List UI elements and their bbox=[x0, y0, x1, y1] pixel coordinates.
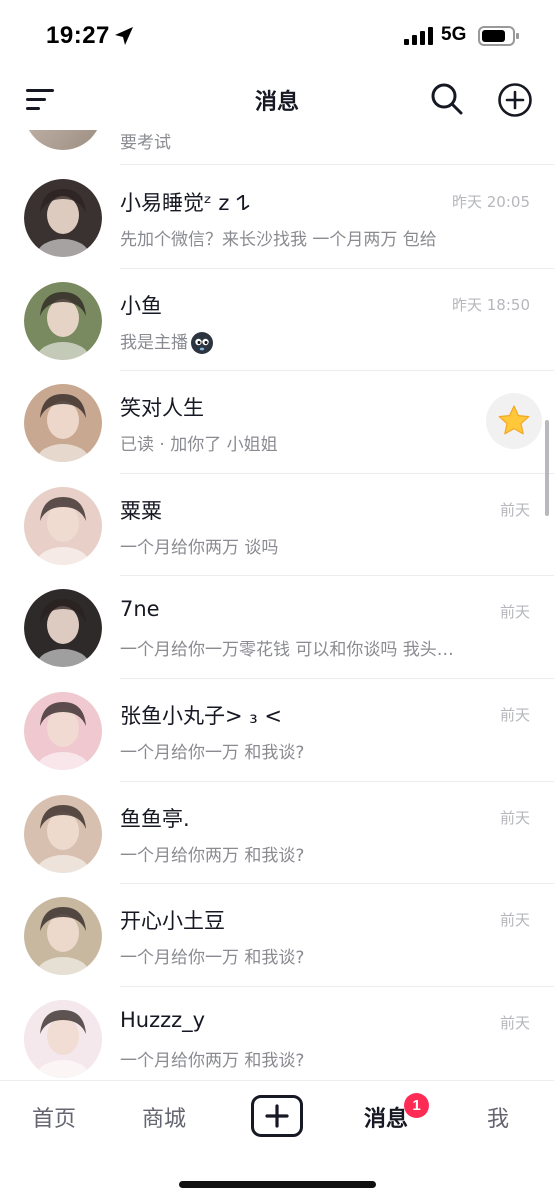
avatar[interactable] bbox=[24, 589, 102, 668]
message-time: 前天 bbox=[499, 911, 530, 930]
list-item[interactable]: 小鱼我是主播 昨天 18:50 bbox=[0, 269, 554, 372]
message-time: 昨天 20:05 bbox=[452, 193, 530, 211]
message-preview-text: 一个月给你两万 和我谈? bbox=[120, 1050, 305, 1071]
message-preview-text: 一个月给你两万 谈吗 bbox=[120, 537, 279, 558]
status-bar: 19:27 5G bbox=[0, 0, 554, 70]
search-icon[interactable] bbox=[430, 82, 464, 116]
contact-name: 张鱼小丸子> ₃ < bbox=[120, 704, 282, 728]
message-preview-text: 一个月给你一万 和我谈? bbox=[120, 948, 305, 969]
avatar[interactable] bbox=[24, 999, 102, 1078]
avatar[interactable] bbox=[24, 384, 102, 463]
avatar[interactable] bbox=[24, 281, 102, 360]
location-arrow-icon bbox=[115, 27, 133, 45]
message-preview: 一个月给你两万 谈吗 bbox=[120, 533, 520, 558]
message-preview: 已读 · 加你了 小姐姐 bbox=[120, 430, 520, 455]
ghost-emoji-icon bbox=[191, 331, 213, 354]
divider bbox=[120, 164, 554, 165]
page-title: 消息 bbox=[254, 90, 299, 115]
list-item[interactable]: 张鱼小丸子> ₃ < 一个月给你一万 和我谈? 前天 bbox=[0, 679, 554, 782]
add-circle-icon[interactable] bbox=[497, 82, 533, 118]
message-preview: 一个月给你一万 和我谈? bbox=[120, 738, 520, 763]
tab-home[interactable]: 首页 bbox=[32, 1101, 76, 1133]
message-time: 前天 bbox=[499, 706, 530, 724]
list-item[interactable]: 粟粟一个月给你两万 谈吗 前天 bbox=[0, 474, 554, 577]
status-time: 19:27 bbox=[46, 22, 110, 49]
message-preview: 一个月给你两万 和我谈? bbox=[120, 841, 520, 866]
home-indicator bbox=[179, 1181, 376, 1188]
contact-name: 7ne bbox=[120, 597, 160, 622]
contact-name: 开心小土豆 bbox=[120, 909, 225, 934]
contact-name: 鱼鱼亭. bbox=[120, 806, 190, 831]
avatar[interactable] bbox=[24, 794, 102, 873]
tab-messages[interactable]: 消息 bbox=[364, 1101, 408, 1133]
plus-icon bbox=[265, 1104, 289, 1128]
contact-name: 小鱼 bbox=[120, 293, 162, 318]
avatar[interactable] bbox=[24, 179, 102, 257]
message-preview-text: 已读 · 加你了 小姐姐 bbox=[120, 435, 278, 456]
nav-header: 消息 bbox=[0, 70, 554, 130]
message-preview-text: 一个月给你两万 和我谈? bbox=[120, 845, 305, 866]
message-time: 前天 bbox=[499, 808, 530, 827]
message-preview-text: 先加个微信？来长沙找我 一个月两万 包给 bbox=[120, 230, 437, 250]
list-item[interactable]: 小易睡觉ᶻ z 𐰁 先加个微信？来长沙找我 一个月两万 包给 昨天 20:05 bbox=[0, 166, 554, 269]
star-button[interactable] bbox=[486, 393, 542, 450]
message-list[interactable]: 要考试 小易睡觉ᶻ z 𐰁 先加个微信？来长沙找我 一个月两万 包给 昨天 20:0… bbox=[0, 130, 554, 1080]
message-preview: 要考试 bbox=[120, 133, 171, 153]
list-item[interactable]: 开心小土豆一个月给你一万 和我谈? 前天 bbox=[0, 884, 554, 987]
message-preview: 先加个微信？来长沙找我 一个月两万 包给 bbox=[120, 225, 520, 250]
message-time: 昨天 18:50 bbox=[452, 295, 530, 314]
create-button[interactable] bbox=[251, 1095, 303, 1137]
list-item[interactable]: 7ne 一个月给你一万零花钱 可以和你谈吗 我头… 前天 bbox=[0, 576, 554, 679]
message-preview: 一个月给你一万零花钱 可以和你谈吗 我头… bbox=[120, 635, 520, 660]
tab-mall[interactable]: 商城 bbox=[142, 1101, 186, 1133]
tab-me[interactable]: 我 bbox=[487, 1101, 509, 1133]
message-preview-text: 我是主播 bbox=[120, 332, 188, 353]
list-item[interactable]: 笑对人生已读 · 加你了 小姐姐 bbox=[0, 371, 554, 474]
avatar[interactable] bbox=[24, 486, 102, 565]
list-item-partial[interactable]: 要考试 bbox=[0, 130, 554, 166]
cellular-signal-icon bbox=[404, 27, 433, 45]
message-preview: 我是主播 bbox=[120, 328, 520, 355]
contact-name: 笑对人生 bbox=[120, 396, 204, 421]
tab-bar: 首页 商城 消息 1 我 bbox=[0, 1080, 554, 1152]
list-item[interactable]: Huzzz_y 一个月给你两万 和我谈? 前天 bbox=[0, 987, 554, 1080]
avatar[interactable] bbox=[24, 692, 102, 770]
message-preview-text: 一个月给你一万 和我谈? bbox=[120, 743, 305, 763]
message-time: 前天 bbox=[499, 603, 530, 622]
star-icon bbox=[498, 405, 530, 435]
message-time: 前天 bbox=[499, 1013, 530, 1032]
avatar bbox=[24, 130, 102, 150]
message-preview: 一个月给你两万 和我谈? bbox=[120, 1046, 520, 1071]
list-item[interactable]: 鱼鱼亭. 一个月给你两万 和我谈? 前天 bbox=[0, 782, 554, 885]
message-preview-text: 一个月给你一万零花钱 可以和你谈吗 我头… bbox=[120, 640, 454, 661]
message-preview: 一个月给你一万 和我谈? bbox=[120, 943, 520, 968]
network-type: 5G bbox=[441, 24, 467, 45]
unread-badge: 1 bbox=[404, 1093, 429, 1118]
message-time: 前天 bbox=[499, 500, 530, 519]
battery-icon bbox=[478, 26, 519, 46]
avatar[interactable] bbox=[24, 897, 102, 976]
contact-name: 小易睡觉ᶻ z 𐰁 bbox=[120, 191, 250, 215]
scrollbar[interactable] bbox=[545, 420, 549, 516]
contact-name: Huzzz_y bbox=[120, 1007, 206, 1032]
contact-name: 粟粟 bbox=[120, 498, 162, 523]
